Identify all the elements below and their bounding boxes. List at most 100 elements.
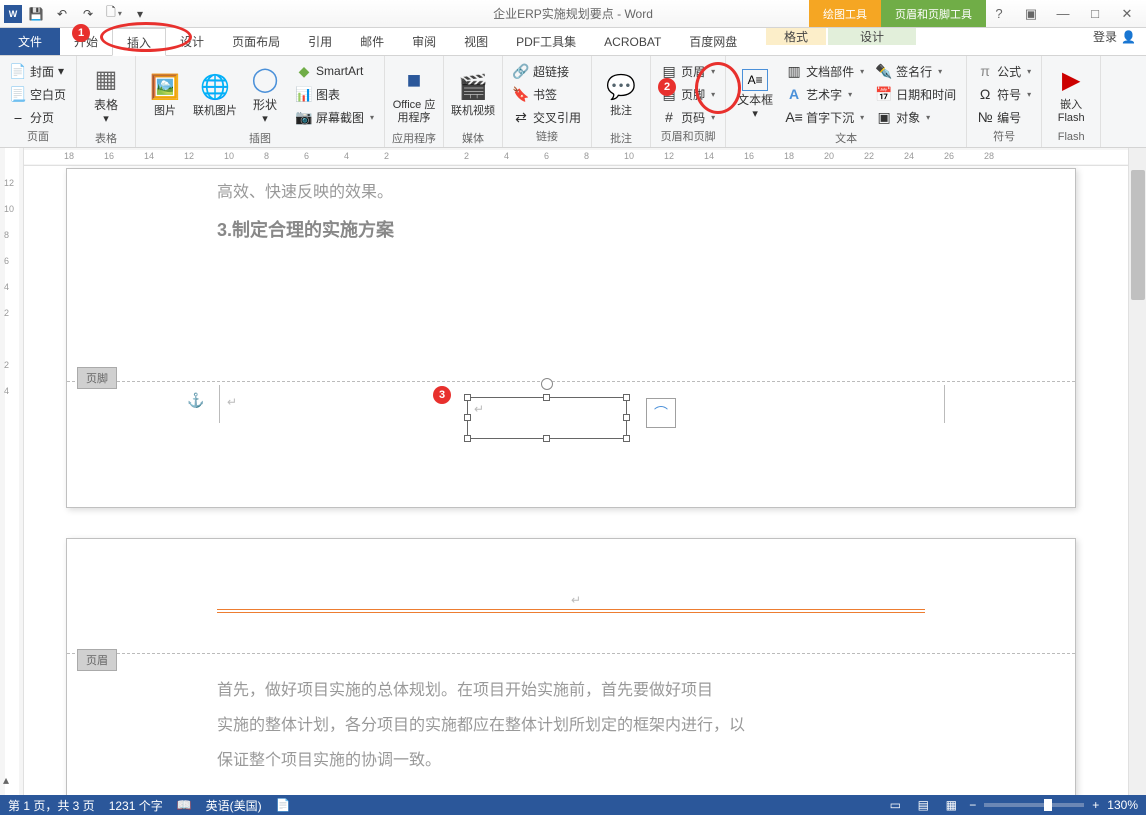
view-read-mode[interactable]: ▭ <box>885 797 905 813</box>
online-picture-button[interactable]: 🌐联机图片 <box>192 60 238 130</box>
zoom-level[interactable]: 130% <box>1107 798 1138 812</box>
qat-undo[interactable]: ↶ <box>50 3 74 25</box>
office-apps-button[interactable]: ■Office 应用程序 <box>391 60 437 130</box>
quickparts-button[interactable]: ▥文档部件 <box>782 60 868 82</box>
para-mark: ↵ <box>227 395 237 409</box>
workspace[interactable]: 18161412108642246810121416182022242628 高… <box>24 148 1146 795</box>
symbol-button[interactable]: Ω符号 <box>973 83 1035 105</box>
layout-options-button[interactable]: ⌒ <box>646 398 676 428</box>
footer-tag: 页脚 <box>77 367 117 389</box>
scroll-thumb[interactable] <box>1131 170 1145 300</box>
qat-redo[interactable]: ↷ <box>76 3 100 25</box>
status-page[interactable]: 第 1 页，共 3 页 <box>8 797 95 814</box>
online-video-button[interactable]: 🎬联机视频 <box>450 60 496 130</box>
vruler-collapse[interactable]: ▴ <box>3 773 9 787</box>
blank-page-button[interactable]: 📃空白页 <box>6 83 70 105</box>
anchor-icon: ⚓ <box>187 392 204 409</box>
status-proofing-icon[interactable]: 📖 <box>177 798 192 812</box>
paragraph[interactable]: 高效、快速反映的效果。 <box>217 175 925 210</box>
tab-mailings[interactable]: 邮件 <box>346 28 398 55</box>
header-button[interactable]: ▤页眉 <box>657 60 719 82</box>
contextual-header-footer-tools: 页眉和页脚工具 <box>881 0 986 27</box>
tab-view[interactable]: 视图 <box>450 28 502 55</box>
group-links: 🔗超链接 🔖书签 ⇄交叉引用 链接 <box>503 56 592 147</box>
tab-file[interactable]: 文件 <box>0 28 60 55</box>
tab-hf-design[interactable]: 设计 <box>828 28 916 45</box>
inserted-textbox[interactable]: ↵ ⌒ <box>467 397 627 439</box>
tab-design[interactable]: 设计 <box>166 28 218 55</box>
wordart-button[interactable]: A艺术字 <box>782 83 868 105</box>
datetime-button[interactable]: 📅日期和时间 <box>872 83 960 105</box>
close-button[interactable]: ✕ <box>1118 5 1136 23</box>
tab-layout[interactable]: 页面布局 <box>218 28 294 55</box>
group-symbols: π公式 Ω符号 №编号 符号 <box>967 56 1042 147</box>
flash-button[interactable]: ▶嵌入 Flash <box>1048 60 1094 130</box>
pagenum-button[interactable]: #页码 <box>657 106 719 128</box>
zoom-slider[interactable] <box>984 803 1084 807</box>
tab-format[interactable]: 格式 <box>766 28 826 45</box>
window-title: 企业ERP实施规划要点 - Word <box>493 5 653 22</box>
tab-home[interactable]: 开始 <box>60 28 112 55</box>
qat-doc[interactable]: 🗋 <box>102 3 126 25</box>
group-illustrations: 🖼️图片 🌐联机图片 ◯形状▾ ◆SmartArt 📊图表 📷屏幕截图 插图 <box>136 56 385 147</box>
dropcap-button[interactable]: A≡首字下沉 <box>782 106 868 128</box>
status-insert-icon[interactable]: 📄 <box>276 798 291 812</box>
resize-handle[interactable] <box>464 394 471 401</box>
hyperlink-button[interactable]: 🔗超链接 <box>509 60 585 82</box>
status-language[interactable]: 英语(美国) <box>206 797 262 814</box>
group-media: 🎬联机视频 媒体 <box>444 56 503 147</box>
object-button[interactable]: ▣对象 <box>872 106 960 128</box>
bookmark-button[interactable]: 🔖书签 <box>509 83 585 105</box>
shapes-button[interactable]: ◯形状▾ <box>242 60 288 130</box>
number-button[interactable]: №编号 <box>973 106 1035 128</box>
header-tag: 页眉 <box>77 649 117 671</box>
rotate-handle[interactable] <box>541 378 553 390</box>
heading[interactable]: 3.制定合理的实施方案 <box>217 216 925 242</box>
table-button[interactable]: ▦表格▾ <box>83 60 129 130</box>
horizontal-ruler[interactable]: 18161412108642246810121416182022242628 <box>24 148 1146 166</box>
smartart-button[interactable]: ◆SmartArt <box>292 60 378 82</box>
screenshot-button[interactable]: 📷屏幕截图 <box>292 106 378 128</box>
header-border <box>217 609 925 613</box>
group-flash: ▶嵌入 Flash Flash <box>1042 56 1101 147</box>
tab-review[interactable]: 审阅 <box>398 28 450 55</box>
document-page-2[interactable]: ↵ 页眉 首先，做好项目实施的总体规划。在项目开始实施前，首先要做好项目 实施的… <box>66 538 1076 795</box>
view-print-layout[interactable]: ▤ <box>913 797 933 813</box>
vertical-ruler[interactable]: 12 10 8 6 4 2 2 4 ▴ <box>0 148 24 795</box>
ribbon: 📄封面 ▾ 📃空白页 ⎯分页 页面 ▦表格▾ 表格 🖼️图片 🌐联机图片 ◯形状… <box>0 56 1146 148</box>
picture-button[interactable]: 🖼️图片 <box>142 60 188 130</box>
group-comments: 💬批注 批注 <box>592 56 651 147</box>
tab-insert[interactable]: 插入 <box>112 28 166 56</box>
tab-acrobat[interactable]: ACROBAT <box>590 28 675 55</box>
view-web-layout[interactable]: ▦ <box>941 797 961 813</box>
tab-baidu[interactable]: 百度网盘 <box>675 28 751 55</box>
ribbon-display-button[interactable]: ▣ <box>1022 5 1040 23</box>
cover-page-button[interactable]: 📄封面 ▾ <box>6 60 70 82</box>
comment-button[interactable]: 💬批注 <box>598 60 644 130</box>
group-text: A≡文本框▾ ▥文档部件 A艺术字 A≡首字下沉 ✒️签名行 📅日期和时间 ▣对… <box>726 56 967 147</box>
ribbon-tabs: 文件 开始 插入 设计 页面布局 引用 邮件 审阅 视图 PDF工具集 ACRO… <box>0 28 1146 56</box>
tab-references[interactable]: 引用 <box>294 28 346 55</box>
chart-button[interactable]: 📊图表 <box>292 83 378 105</box>
group-header-footer: ▤页眉 ▤页脚 #页码 页眉和页脚 <box>651 56 726 147</box>
equation-button[interactable]: π公式 <box>973 60 1035 82</box>
tab-pdf[interactable]: PDF工具集 <box>502 28 590 55</box>
qat-save[interactable]: 💾 <box>24 3 48 25</box>
minimize-button[interactable]: — <box>1054 5 1072 23</box>
zoom-in[interactable]: + <box>1092 798 1099 812</box>
login-link[interactable]: 登录 👤 <box>1093 28 1136 45</box>
signature-button[interactable]: ✒️签名行 <box>872 60 960 82</box>
page-break-button[interactable]: ⎯分页 <box>6 106 70 128</box>
footer-button[interactable]: ▤页脚 <box>657 83 719 105</box>
help-button[interactable]: ? <box>990 5 1008 23</box>
textbox-button[interactable]: A≡文本框▾ <box>732 60 778 130</box>
crossref-button[interactable]: ⇄交叉引用 <box>509 106 585 128</box>
document-page-1[interactable]: 高效、快速反映的效果。 3.制定合理的实施方案 页脚 ⚓ ↵ ↵ <box>66 168 1076 508</box>
maximize-button[interactable]: □ <box>1086 5 1104 23</box>
zoom-out[interactable]: − <box>969 798 976 812</box>
qat-customize[interactable]: ▾ <box>128 3 152 25</box>
vertical-scrollbar[interactable] <box>1128 148 1146 795</box>
footer-area[interactable]: 页脚 ⚓ ↵ ↵ ⌒ <box>67 337 1075 507</box>
word-icon: W <box>4 5 22 23</box>
status-wordcount[interactable]: 1231 个字 <box>109 797 163 814</box>
